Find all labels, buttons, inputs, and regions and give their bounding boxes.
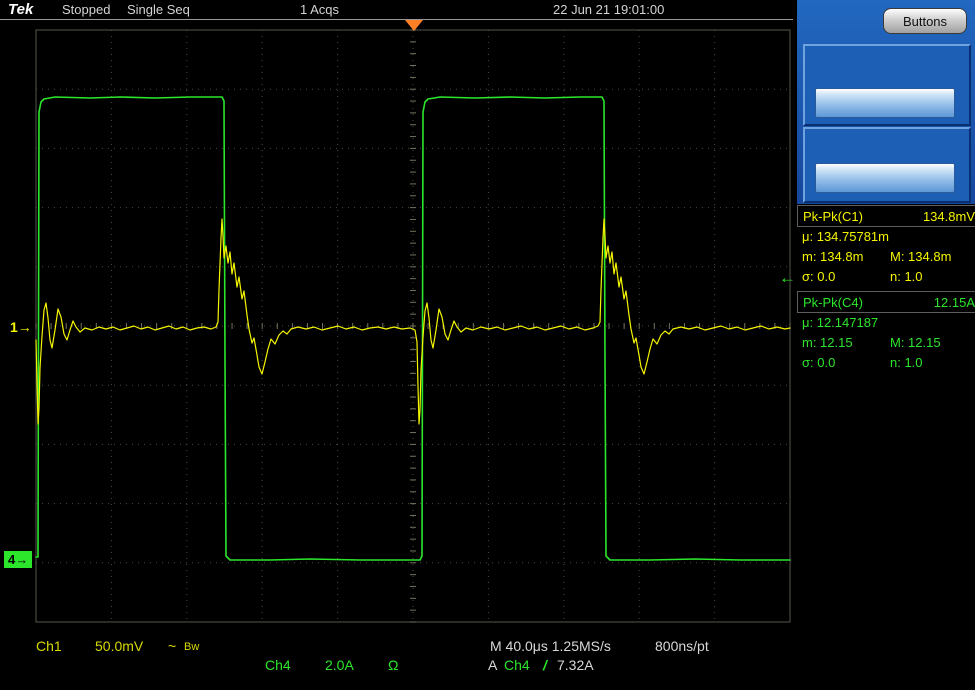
side-panel: Buttons Pk-Pk(C1) 134.8mV μ: 134.75781m … xyxy=(795,0,975,690)
stat-sigma-c1: σ: 0.0 xyxy=(802,269,890,287)
trigger-type: A xyxy=(488,657,497,674)
measurement-label-c1: Pk-Pk(C1) xyxy=(803,209,863,224)
menu-slot-2[interactable] xyxy=(803,127,971,203)
ch4-coupling-icon: Ω xyxy=(388,657,398,674)
ch4-label[interactable]: Ch4 xyxy=(265,657,291,674)
stat-max-c1: M: 134.8m xyxy=(890,249,951,267)
stat-min-c1: m: 134.8m xyxy=(802,249,890,267)
measurement-value-c4: 12.15A xyxy=(934,295,975,310)
measurement-mean-c1: μ: 134.75781m xyxy=(802,229,970,247)
ch4-scale: 2.0A xyxy=(325,657,354,674)
stat-max-c4: M: 12.15 xyxy=(890,335,941,353)
menu-field-2[interactable] xyxy=(815,163,955,193)
datetime: 22 Jun 21 19:01:00 xyxy=(553,2,664,17)
tek-logo: Tek xyxy=(8,1,33,18)
menu-field-1[interactable] xyxy=(815,88,955,118)
ch1-label[interactable]: Ch1 xyxy=(36,638,62,655)
stat-sigma-c4: σ: 0.0 xyxy=(802,355,890,373)
timebase-readout: M 40.0μs 1.25MS/s xyxy=(490,638,611,655)
acquisition-mode: Single Seq xyxy=(127,2,190,17)
measurement-header-c4: Pk-Pk(C4) 12.15A xyxy=(797,291,975,313)
measurement-sigma-c1: σ: 0.0 n: 1.0 xyxy=(802,269,970,287)
trigger-position-marker[interactable] xyxy=(405,20,423,31)
measurement-mean-c4: μ: 12.147187 xyxy=(802,315,970,333)
Ch1-ripple-trace xyxy=(36,219,790,424)
buttons-button[interactable]: Buttons xyxy=(883,8,967,34)
topbar-divider xyxy=(0,19,793,20)
stat-n-c1: n: 1.0 xyxy=(890,269,923,287)
measurement-sigma-c4: σ: 0.0 n: 1.0 xyxy=(802,355,970,373)
menu-panel: Buttons xyxy=(797,0,975,204)
trigger-level-marker[interactable]: ← xyxy=(779,268,796,288)
top-bar: Tek Stopped Single Seq 1 Acqs 22 Jun 21 … xyxy=(0,0,795,20)
stat-mu-c1: μ: 134.75781m xyxy=(802,229,889,247)
acquisition-count: 1 Acqs xyxy=(300,2,339,17)
ch4-ground-marker[interactable]: 4→ xyxy=(4,551,32,568)
measurement-label-c4: Pk-Pk(C4) xyxy=(803,295,863,310)
ch1-bandwidth-icon: Bw xyxy=(184,639,199,656)
resolution-readout: 800ns/pt xyxy=(655,638,709,655)
ch1-scale: 50.0mV xyxy=(95,638,143,655)
ch1-ground-marker[interactable]: 1→ xyxy=(10,319,32,335)
trigger-source: Ch4 xyxy=(504,657,530,674)
ch1-coupling-icon: ~ xyxy=(168,638,176,655)
measurement-header-c1: Pk-Pk(C1) 134.8mV xyxy=(797,205,975,227)
trigger-slope-icon: / xyxy=(543,657,547,674)
menu-slot-1[interactable] xyxy=(803,44,971,126)
measurement-value-c1: 134.8mV xyxy=(923,209,975,224)
stat-n-c4: n: 1.0 xyxy=(890,355,923,373)
trigger-level-readout: 7.32A xyxy=(557,657,594,674)
stat-min-c4: m: 12.15 xyxy=(802,335,890,353)
acquisition-status: Stopped xyxy=(62,2,110,17)
stat-mu-c4: μ: 12.147187 xyxy=(802,315,878,333)
measurement-minmax-c4: m: 12.15 M: 12.15 xyxy=(802,335,970,353)
measurement-minmax-c1: m: 134.8m M: 134.8m xyxy=(802,249,970,267)
